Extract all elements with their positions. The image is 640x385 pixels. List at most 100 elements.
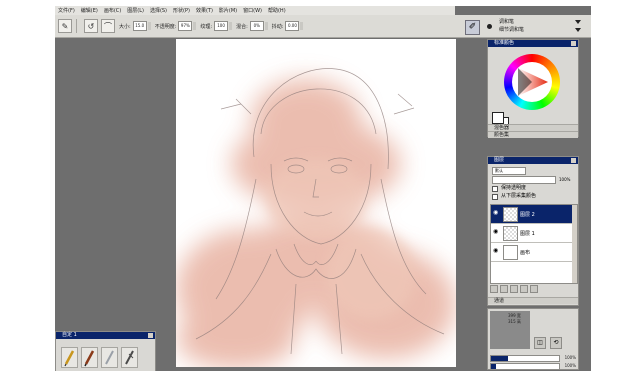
menu-file[interactable]: 文件(F) [55, 7, 78, 14]
menu-effects[interactable]: 效果(T) [193, 7, 216, 14]
eye-icon[interactable]: ◉ [493, 248, 499, 254]
layer-list-scrollbar[interactable] [572, 205, 577, 283]
layer-mask-icon[interactable] [510, 285, 518, 293]
custom-palette-title-text: 自定 1 [62, 332, 77, 338]
opacity-input[interactable]: 97% [178, 21, 193, 31]
menu-help[interactable]: 帮助(H) [265, 7, 289, 14]
painter-window: 文件(F) 编辑(E) 画布(C) 图层(L) 选择(S) 形状(P) 效果(T… [55, 6, 591, 371]
size-spinner[interactable] [147, 22, 151, 30]
eraser-tool-icon[interactable] [121, 347, 138, 368]
opacity-row: 100% [492, 175, 571, 184]
layer-opacity-value: 100% [559, 177, 571, 182]
custom-palette-title[interactable]: 自定 1 [56, 332, 155, 339]
sketch-artwork [176, 68, 456, 367]
primary-color-swatch[interactable] [492, 112, 504, 124]
layers-panel-title[interactable]: 图层 [488, 157, 578, 164]
opacity-label: 不透明度: [154, 23, 177, 30]
opacity-spinner[interactable] [193, 22, 197, 30]
brush-selector-bar: ✐ 调和笔 细节调和笔 [457, 15, 591, 38]
composite-method-select[interactable]: 默认 [492, 166, 526, 175]
new-layer-icon[interactable] [520, 285, 528, 293]
menu-bar: 文件(F) 编辑(E) 画布(C) 图层(L) 选择(S) 形状(P) 效果(T… [55, 6, 455, 15]
secondary-percent: 100% [564, 363, 576, 368]
saturation-triangle-area[interactable] [512, 62, 552, 102]
eye-icon[interactable]: ◉ [493, 229, 499, 235]
rotate-icon[interactable]: ⟲ [550, 337, 562, 349]
pencil-tool-icon[interactable] [61, 347, 78, 368]
layer-list: ◉ 图层 2 ◉ 图层 1 ◉ 画布 [490, 204, 578, 284]
channels-section[interactable]: 通道 [488, 297, 578, 304]
panel-close-icon[interactable] [148, 333, 153, 338]
layer-name: 图层 1 [520, 231, 535, 237]
size-label: 大小: [119, 23, 131, 30]
composite-row: 默认 [492, 166, 526, 175]
eye-icon[interactable]: ◉ [493, 210, 499, 216]
color-panel-title[interactable]: 标准颜色 [488, 40, 578, 47]
layer-row-1[interactable]: ◉ 图层 1 [491, 224, 577, 243]
navigator-panel: 399 宽 315 高 ◫ ⟲ 100% 100% [487, 308, 579, 370]
brush-variant[interactable]: 细节调和笔 [499, 26, 524, 33]
menu-shapes[interactable]: 形状(P) [170, 7, 193, 14]
brush-library-icon[interactable]: ✐ [465, 20, 480, 35]
preserve-transparency-checkbox[interactable] [492, 185, 498, 192]
panel-close-icon[interactable] [571, 41, 576, 46]
layer-commands-icon[interactable] [490, 285, 498, 293]
blender-tool-icon[interactable] [101, 347, 118, 368]
menu-edit[interactable]: 编辑(E) [78, 7, 101, 14]
secondary-slider-fill [491, 364, 497, 369]
variant-dropdown-icon[interactable] [575, 28, 581, 32]
layer-name: 图层 2 [520, 212, 535, 218]
zoom-slider[interactable] [490, 355, 560, 362]
reset-tool-icon[interactable]: ↺ [84, 19, 98, 33]
grain-label: 纹理: [200, 23, 213, 30]
menu-canvas[interactable]: 画布(C) [101, 7, 124, 14]
menu-select[interactable]: 选择(S) [147, 7, 170, 14]
layer-thumbnail [503, 245, 518, 260]
panel-close-icon[interactable] [571, 158, 576, 163]
dab-type-icon[interactable] [484, 21, 494, 31]
layers-panel-title-text: 图层 [494, 157, 505, 163]
drawing-canvas[interactable] [176, 39, 456, 367]
menu-window[interactable]: 窗口(W) [240, 7, 265, 14]
layer-actions [490, 285, 576, 293]
zoom-fit-icon[interactable]: ◫ [534, 337, 546, 349]
blend-input[interactable]: 0% [249, 21, 264, 31]
dynamic-plugins-icon[interactable] [500, 285, 508, 293]
category-dropdown-icon[interactable] [575, 20, 581, 24]
brush-shape-icon[interactable]: ⌒ [101, 19, 115, 33]
layer-thumbnail [503, 226, 518, 241]
brush-tool-icon[interactable] [81, 347, 98, 368]
layer-opacity-bar[interactable] [492, 175, 556, 184]
color-triangle[interactable] [512, 62, 552, 102]
jitter-spinner[interactable] [300, 22, 304, 30]
brush-tool-icon[interactable]: ✎ [58, 19, 72, 33]
color-sets-section[interactable]: 颜色集 [488, 131, 578, 138]
color-panel: 标准颜色 混色器 颜色集 [487, 39, 579, 138]
color-sets-label: 颜色集 [494, 132, 510, 138]
preserve-transparency-row[interactable]: 保持透明度 [492, 185, 526, 192]
menu-movie[interactable]: 影片(M) [216, 7, 240, 14]
blend-spinner[interactable] [264, 22, 268, 30]
color-panel-title-text: 标准颜色 [494, 40, 515, 46]
size-input[interactable]: 15.0 [132, 21, 147, 31]
layers-panel: 图层 默认 100% 保持透明度 从下层采集颜色 ◉ 图层 2 ◉ 图层 1 ◉… [487, 156, 579, 306]
jitter-input[interactable]: 0.00 [285, 21, 300, 31]
canvas-height: 315 高 [508, 319, 521, 324]
pick-up-color-checkbox[interactable] [492, 193, 498, 200]
zoom-slider-fill [491, 356, 508, 361]
secondary-slider[interactable] [490, 363, 560, 370]
grain-spinner[interactable] [229, 22, 233, 30]
color-wheel[interactable] [504, 54, 560, 110]
jitter-label: 抖动: [271, 23, 284, 30]
layer-row-canvas[interactable]: ◉ 画布 [491, 243, 577, 262]
layer-row-2[interactable]: ◉ 图层 2 [491, 205, 577, 224]
brush-category[interactable]: 调和笔 [499, 18, 514, 25]
delete-layer-icon[interactable] [530, 285, 538, 293]
custom-palette-panel: 自定 1 [55, 331, 156, 371]
mixer-section[interactable]: 混色器 [488, 124, 578, 131]
layer-thumbnail [503, 207, 518, 222]
grain-input[interactable]: 100 [214, 21, 229, 31]
pick-up-color-row[interactable]: 从下层采集颜色 [492, 193, 536, 200]
toolbar-divider [76, 19, 77, 33]
menu-layers[interactable]: 图层(L) [124, 7, 147, 14]
